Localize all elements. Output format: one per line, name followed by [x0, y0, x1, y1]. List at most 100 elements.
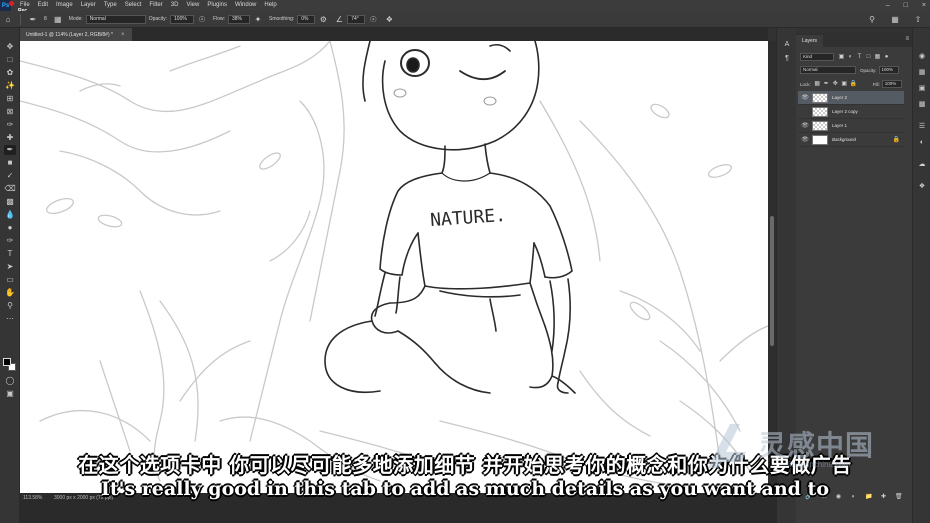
healing-tool-icon[interactable]: ✚: [4, 133, 16, 143]
shape-tool-icon[interactable]: ▭: [4, 275, 16, 285]
frame-tool-icon[interactable]: ⊠: [4, 107, 16, 117]
angle-icon[interactable]: ∠: [334, 14, 344, 24]
maximize-icon[interactable]: □: [904, 0, 908, 11]
menu-window[interactable]: Window: [231, 0, 260, 11]
filter-adjustment-icon[interactable]: ◐: [847, 54, 854, 61]
pen-tool-icon[interactable]: ✑: [4, 236, 16, 246]
search-icon[interactable]: ⚲: [867, 14, 877, 24]
flow-field[interactable]: 38%: [227, 14, 250, 24]
layer-row[interactable]: Layer 2 copy: [798, 105, 904, 119]
filter-smart-icon[interactable]: ▦: [874, 54, 881, 61]
crop-tool-icon[interactable]: ⊞: [4, 94, 16, 104]
adjustments-panel-icon[interactable]: ◐: [916, 138, 928, 148]
layer-filter-kind[interactable]: Kind: [800, 53, 834, 61]
filter-toggle-icon[interactable]: ●: [883, 54, 890, 61]
eyedropper-tool-icon[interactable]: ✑: [4, 120, 16, 130]
properties-panel-icon[interactable]: ☰: [916, 122, 928, 132]
history-brush-icon[interactable]: ✓: [4, 171, 16, 181]
zoom-tool-icon[interactable]: ⚲: [4, 301, 16, 311]
window-controls: – □ ×: [886, 0, 926, 11]
layer-filter-row: Kind ▣ ◐ T □ ▦ ●: [800, 53, 892, 61]
menu-layer[interactable]: Layer: [77, 0, 100, 11]
close-window-icon[interactable]: ×: [922, 0, 926, 11]
screen-mode-icon[interactable]: ▣: [4, 389, 16, 399]
swatches-panel-icon[interactable]: ▦: [916, 68, 928, 78]
menu-select[interactable]: Select: [121, 0, 146, 11]
menu-3d[interactable]: 3D: [167, 0, 183, 11]
lock-pixels-icon[interactable]: ✒: [823, 81, 830, 88]
pressure-opacity-icon[interactable]: ☉: [197, 14, 207, 24]
lock-artboard-icon[interactable]: ▣: [841, 81, 848, 88]
menu-edit[interactable]: Edit: [34, 0, 52, 11]
opacity-label: Opacity:: [148, 16, 168, 22]
visibility-eye-icon[interactable]: 👁: [798, 122, 812, 129]
gradients-panel-icon[interactable]: ▣: [916, 84, 928, 94]
menu-plugins[interactable]: Plugins: [203, 0, 231, 11]
libraries-panel-icon[interactable]: ☁: [916, 160, 928, 170]
layers-panel-icon[interactable]: ❖: [916, 182, 928, 192]
layers-tab[interactable]: Layers: [796, 35, 824, 47]
layer-row[interactable]: 👁 Background 🔒: [798, 133, 904, 147]
brush-preset-icon[interactable]: ✒: [28, 14, 38, 24]
layer-thumbnail: [812, 106, 828, 117]
gradient-tool-icon[interactable]: ▩: [4, 197, 16, 207]
quick-mask-icon[interactable]: ◯: [4, 376, 16, 386]
filter-shape-icon[interactable]: □: [865, 54, 872, 61]
brush-tool-icon[interactable]: ✒: [4, 145, 16, 155]
scrollbar-thumb[interactable]: [770, 216, 774, 346]
menu-type[interactable]: Type: [100, 0, 121, 11]
visibility-eye-icon[interactable]: 👁: [798, 136, 812, 143]
mode-select[interactable]: Normal: [85, 14, 146, 24]
home-icon[interactable]: ⌂: [3, 14, 13, 24]
brush-settings-icon[interactable]: ▦: [53, 14, 63, 24]
type-tool-icon[interactable]: T: [4, 249, 16, 259]
lasso-tool-icon[interactable]: ✿: [4, 68, 16, 78]
marquee-tool-icon[interactable]: □: [4, 55, 16, 65]
angle-field[interactable]: 74°: [347, 14, 366, 24]
lock-all-icon[interactable]: 🔒: [850, 81, 857, 88]
share-icon[interactable]: ⇧: [913, 14, 923, 24]
path-select-icon[interactable]: ➤: [4, 262, 16, 272]
lock-transparent-icon[interactable]: ▦: [814, 81, 821, 88]
blend-mode-select[interactable]: Normal: [800, 66, 856, 74]
color-panel-icon[interactable]: ◉: [916, 52, 928, 62]
character-panel-icon[interactable]: A: [781, 40, 793, 50]
menu-help[interactable]: Help: [260, 0, 280, 11]
gear-icon[interactable]: ⚙: [318, 14, 328, 24]
magic-wand-tool-icon[interactable]: ✨: [4, 81, 16, 91]
opacity-field[interactable]: 100%: [170, 14, 195, 24]
smoothing-field[interactable]: 0%: [297, 14, 316, 24]
close-tab-icon[interactable]: ×: [121, 32, 125, 38]
filter-type-icon[interactable]: T: [856, 54, 863, 61]
filter-pixel-icon[interactable]: ▣: [838, 54, 845, 61]
symmetry-icon[interactable]: ❖: [384, 14, 394, 24]
blur-tool-icon[interactable]: 💧: [4, 210, 16, 220]
eraser-tool-icon[interactable]: ⌫: [4, 184, 16, 194]
airbrush-icon[interactable]: ✦: [253, 14, 263, 24]
fill-field[interactable]: 100%: [881, 80, 902, 88]
stamp-tool-icon[interactable]: ■: [4, 158, 16, 168]
hand-tool-icon[interactable]: ✋: [4, 288, 16, 298]
layer-row[interactable]: 👁 Layer 1: [798, 119, 904, 133]
layer-row[interactable]: 👁 Layer 2: [798, 91, 904, 105]
canvas[interactable]: NATURE.: [20, 41, 768, 493]
move-tool-icon[interactable]: ✥: [4, 42, 16, 52]
layer-opacity-field[interactable]: 100%: [878, 66, 899, 74]
visibility-eye-icon[interactable]: 👁: [798, 94, 812, 101]
lock-position-icon[interactable]: ✥: [832, 81, 839, 88]
menu-view[interactable]: View: [182, 0, 203, 11]
workspace-icon[interactable]: ▦: [890, 14, 900, 24]
more-tools-icon[interactable]: ⋯: [4, 314, 16, 324]
menu-image[interactable]: Image: [52, 0, 77, 11]
panel-menu-icon[interactable]: ≡: [905, 36, 909, 42]
paragraph-panel-icon[interactable]: ¶: [781, 54, 793, 64]
document-tab-title: Untitled-1 @ 114% (Layer 2, RGB/8#) *: [26, 31, 113, 38]
foreground-color-swatch[interactable]: [3, 358, 11, 366]
patterns-panel-icon[interactable]: ▩: [916, 100, 928, 110]
dodge-tool-icon[interactable]: ●: [4, 223, 16, 233]
minimize-icon[interactable]: –: [886, 0, 890, 11]
brush-size-readout[interactable]: 8: [44, 16, 47, 22]
menu-filter[interactable]: Filter: [145, 0, 166, 11]
document-tab[interactable]: Untitled-1 @ 114% (Layer 2, RGB/8#) * ×: [20, 28, 133, 41]
pressure-size-icon[interactable]: ☉: [368, 14, 378, 24]
